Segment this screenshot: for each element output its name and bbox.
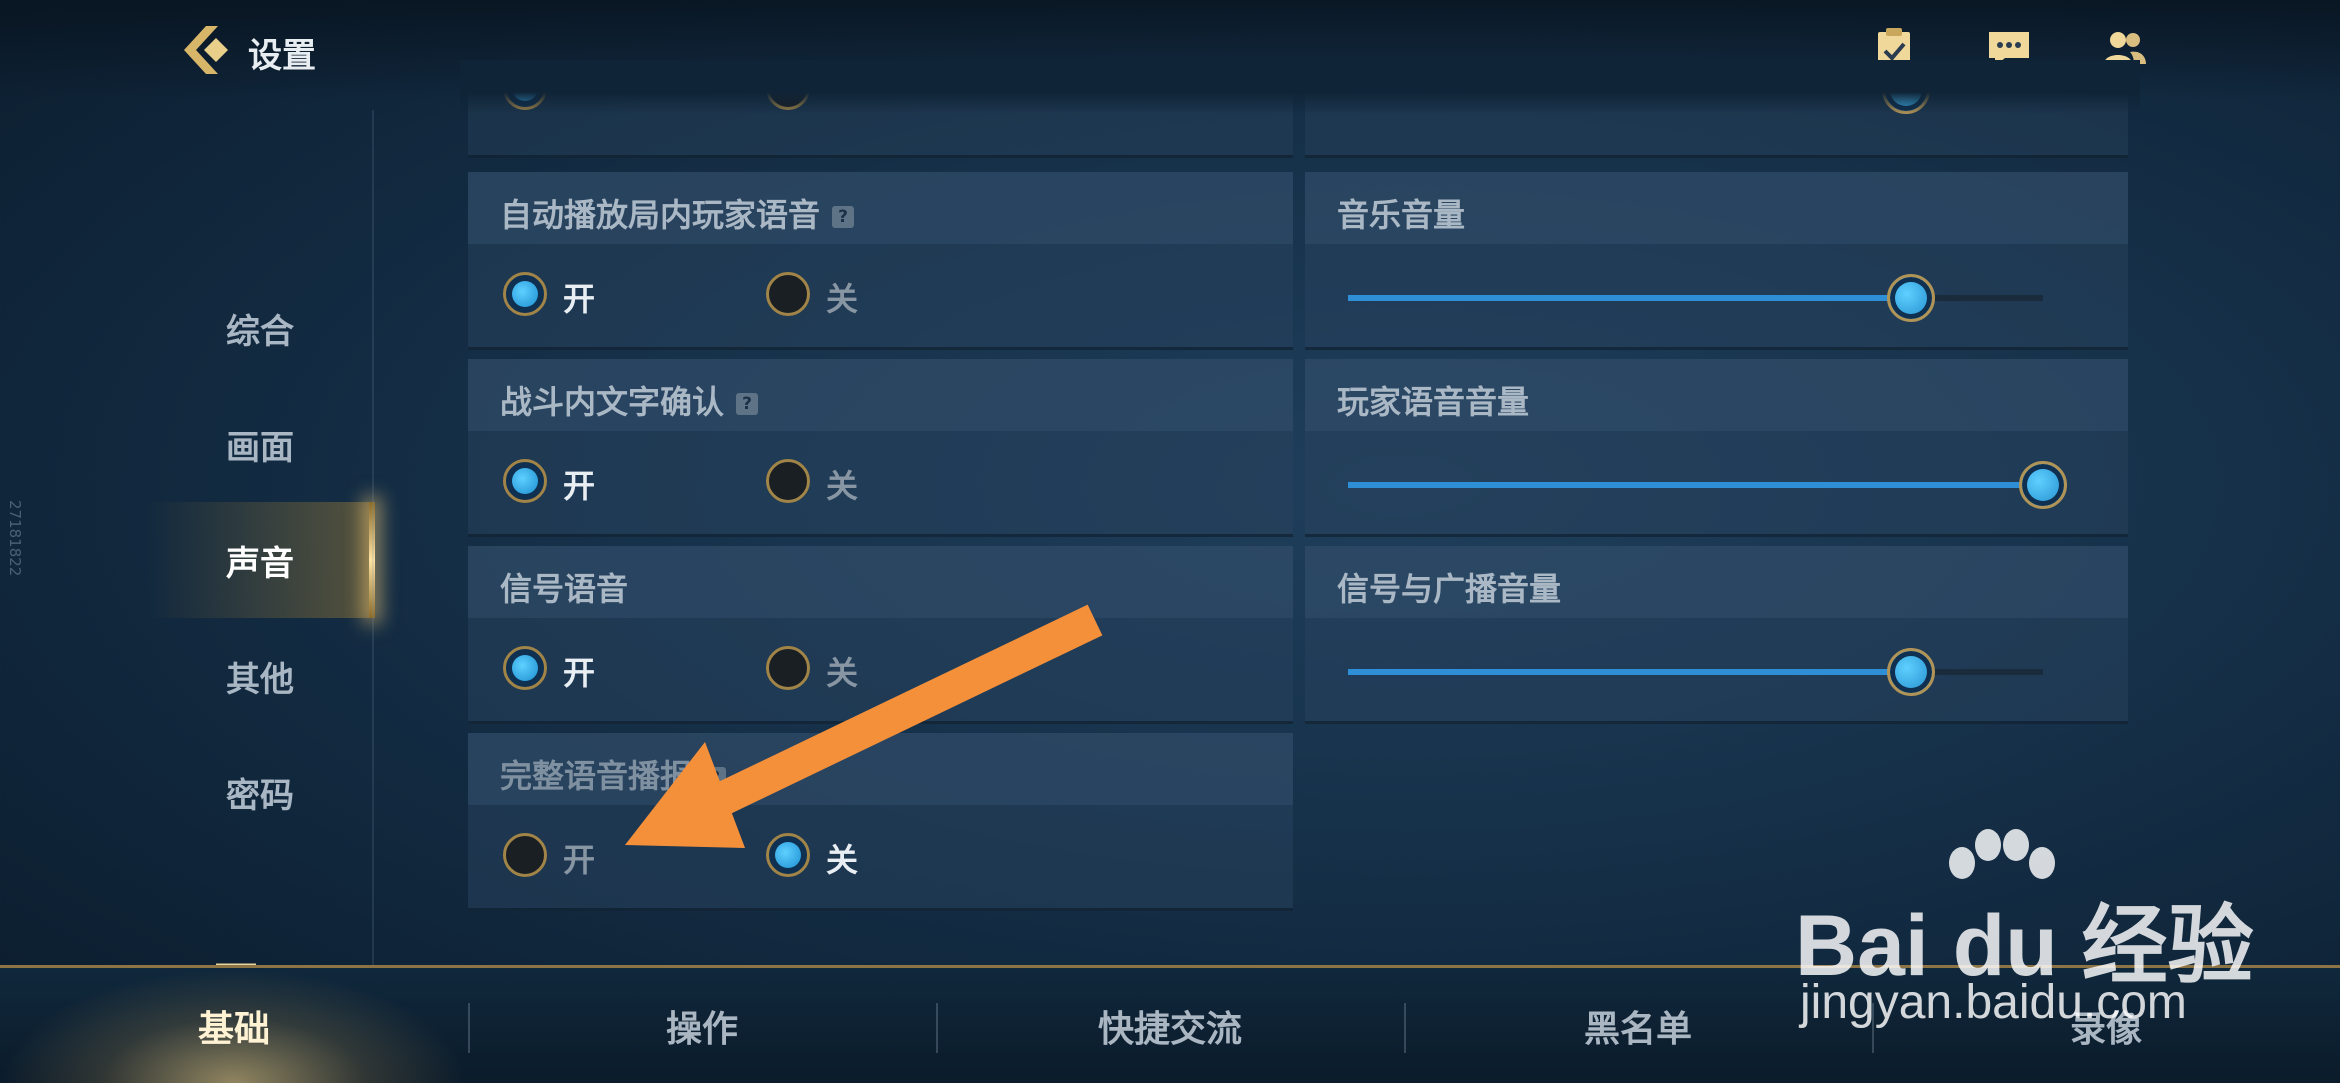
setting-title: 完整语音播报? <box>500 751 727 797</box>
setting-auto-play-voice: 自动播放局内玩家语音? 开 关 <box>468 172 1293 350</box>
radio-label-off: 关 <box>826 841 859 879</box>
slider-thumb[interactable] <box>1886 648 1935 696</box>
help-icon[interactable]: ? <box>832 206 855 228</box>
setting-title: 玩家语音音量 <box>1337 383 1530 421</box>
slider-fill <box>1348 295 1911 301</box>
setting-title: 信号与广播音量 <box>1337 570 1562 608</box>
sidebar: 综合 画面 声音 其他 密码 <box>145 270 375 850</box>
setting-text-confirm: 战斗内文字确认? 开 关 <box>468 359 1293 537</box>
sidebar-item-label: 综合 <box>226 311 294 352</box>
setting-title: 信号语音 <box>500 570 629 608</box>
baidu-watermark: Bai du 经验 jingyan.baidu.com <box>1795 829 2255 1035</box>
setting-title: 战斗内文字确认? <box>500 377 759 423</box>
watermark-url: jingyan.baidu.com <box>1800 976 2187 1029</box>
radio-off[interactable] <box>766 272 810 316</box>
radio-label-off: 关 <box>826 280 859 318</box>
sidebar-item-other[interactable]: 其他 <box>145 618 375 734</box>
sidebar-item-display[interactable]: 画面 <box>145 386 375 502</box>
radio-label-on: 开 <box>563 654 596 692</box>
tab-label: 基础 <box>197 1008 270 1050</box>
sidebar-item-password[interactable]: 密码 <box>145 734 375 850</box>
slider-fill <box>1348 482 2043 488</box>
tab-label: 快捷交流 <box>1097 1008 1242 1050</box>
radio-off[interactable] <box>766 459 810 503</box>
sidebar-item-general[interactable]: 综合 <box>145 270 375 386</box>
sidebar-divider <box>372 110 374 970</box>
setting-signal-broadcast-volume: 信号与广播音量 <box>1305 546 2128 724</box>
setting-player-voice-volume: 玩家语音音量 <box>1305 359 2128 537</box>
setting-full-voice-broadcast: 完整语音播报? 开 关 <box>468 733 1293 911</box>
back-button[interactable] <box>178 22 236 78</box>
player-voice-volume-slider[interactable] <box>1348 461 2067 509</box>
tab-label: 黑名单 <box>1583 1008 1692 1050</box>
radio-on[interactable] <box>503 272 547 316</box>
page-title: 设置 <box>248 36 316 76</box>
setting-title: 音乐音量 <box>1337 196 1466 234</box>
sidebar-item-label: 画面 <box>226 427 294 468</box>
slider-fill <box>1348 669 1911 675</box>
radio-off[interactable] <box>766 833 810 877</box>
setting-title: 自动播放局内玩家语音? <box>500 190 855 236</box>
signal-broadcast-volume-slider[interactable] <box>1348 648 2043 696</box>
tab-label: 操作 <box>665 1008 738 1050</box>
sidebar-item-label: 其他 <box>226 659 294 700</box>
slider-thumb[interactable] <box>2019 461 2067 509</box>
sidebar-item-sound[interactable]: 声音 <box>145 502 375 618</box>
help-icon[interactable]: ? <box>704 767 727 789</box>
tab-controls[interactable]: 操作 <box>468 968 936 1083</box>
radio-on[interactable] <box>503 833 547 877</box>
radio-on[interactable] <box>503 646 547 690</box>
radio-on[interactable] <box>503 459 547 503</box>
slider-thumb[interactable] <box>1886 274 1935 322</box>
radio-label-on: 开 <box>563 841 596 879</box>
music-volume-slider[interactable] <box>1348 274 2043 322</box>
back-arrow-icon <box>184 26 228 74</box>
setting-music-volume: 音乐音量 <box>1305 172 2128 350</box>
radio-label-off: 关 <box>826 467 859 505</box>
help-icon[interactable]: ? <box>736 393 759 415</box>
radio-label-off: 关 <box>826 654 859 692</box>
radio-off[interactable] <box>766 646 810 690</box>
tab-basic[interactable]: 基础 <box>0 968 468 1083</box>
sidebar-item-label: 声音 <box>226 543 294 584</box>
tab-quick-chat[interactable]: 快捷交流 <box>936 968 1404 1083</box>
build-code: 27181822 <box>6 500 24 577</box>
setting-signal-voice: 信号语音 开 关 <box>468 546 1293 724</box>
radio-label-on: 开 <box>563 280 596 318</box>
radio-label-on: 开 <box>563 467 596 505</box>
sidebar-item-label: 密码 <box>226 775 294 816</box>
scroll-mask <box>460 60 2140 114</box>
